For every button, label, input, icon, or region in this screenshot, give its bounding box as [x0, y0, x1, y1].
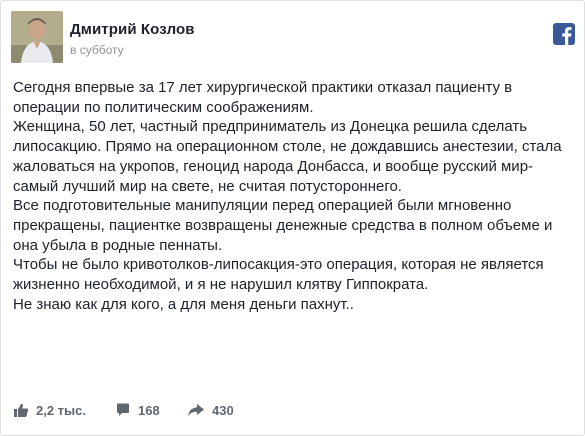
post-text: Сегодня впервые за 17 лет хирургической …	[13, 78, 573, 314]
post-paragraph: Все подготовительные манипуляции перед о…	[13, 197, 553, 254]
shares-count: 430	[212, 402, 234, 418]
post-paragraph: Чтобы не было кривотолков-липосакция-это…	[13, 256, 544, 294]
likes-count: 2,2 тыс.	[36, 402, 86, 418]
post-footer: 2,2 тыс. 168 430	[11, 399, 571, 421]
likes-stat[interactable]: 2,2 тыс.	[13, 399, 86, 421]
author-name[interactable]: Дмитрий Козлов	[70, 21, 195, 38]
post-timestamp[interactable]: в субботу	[70, 43, 124, 57]
post-paragraph: Не знаю как для кого, а для меня деньги …	[13, 295, 354, 313]
shares-stat[interactable]: 430	[187, 399, 234, 421]
thumbs-up-icon	[14, 403, 29, 417]
post-card: Дмитрий Козлов в субботу Сегодня впервые…	[0, 0, 585, 436]
comments-stat[interactable]: 168	[115, 399, 160, 421]
post-header: Дмитрий Козлов в субботу	[11, 11, 576, 63]
avatar-photo	[11, 11, 63, 63]
comments-count: 168	[138, 402, 160, 418]
facebook-icon[interactable]	[553, 23, 575, 45]
comment-icon	[117, 403, 129, 416]
post-paragraph: Женщина, 50 лет, частный предприниматель…	[13, 118, 562, 195]
avatar[interactable]	[11, 11, 63, 63]
post-paragraph: Сегодня впервые за 17 лет хирургической …	[13, 79, 513, 116]
share-arrow-icon	[188, 404, 204, 416]
